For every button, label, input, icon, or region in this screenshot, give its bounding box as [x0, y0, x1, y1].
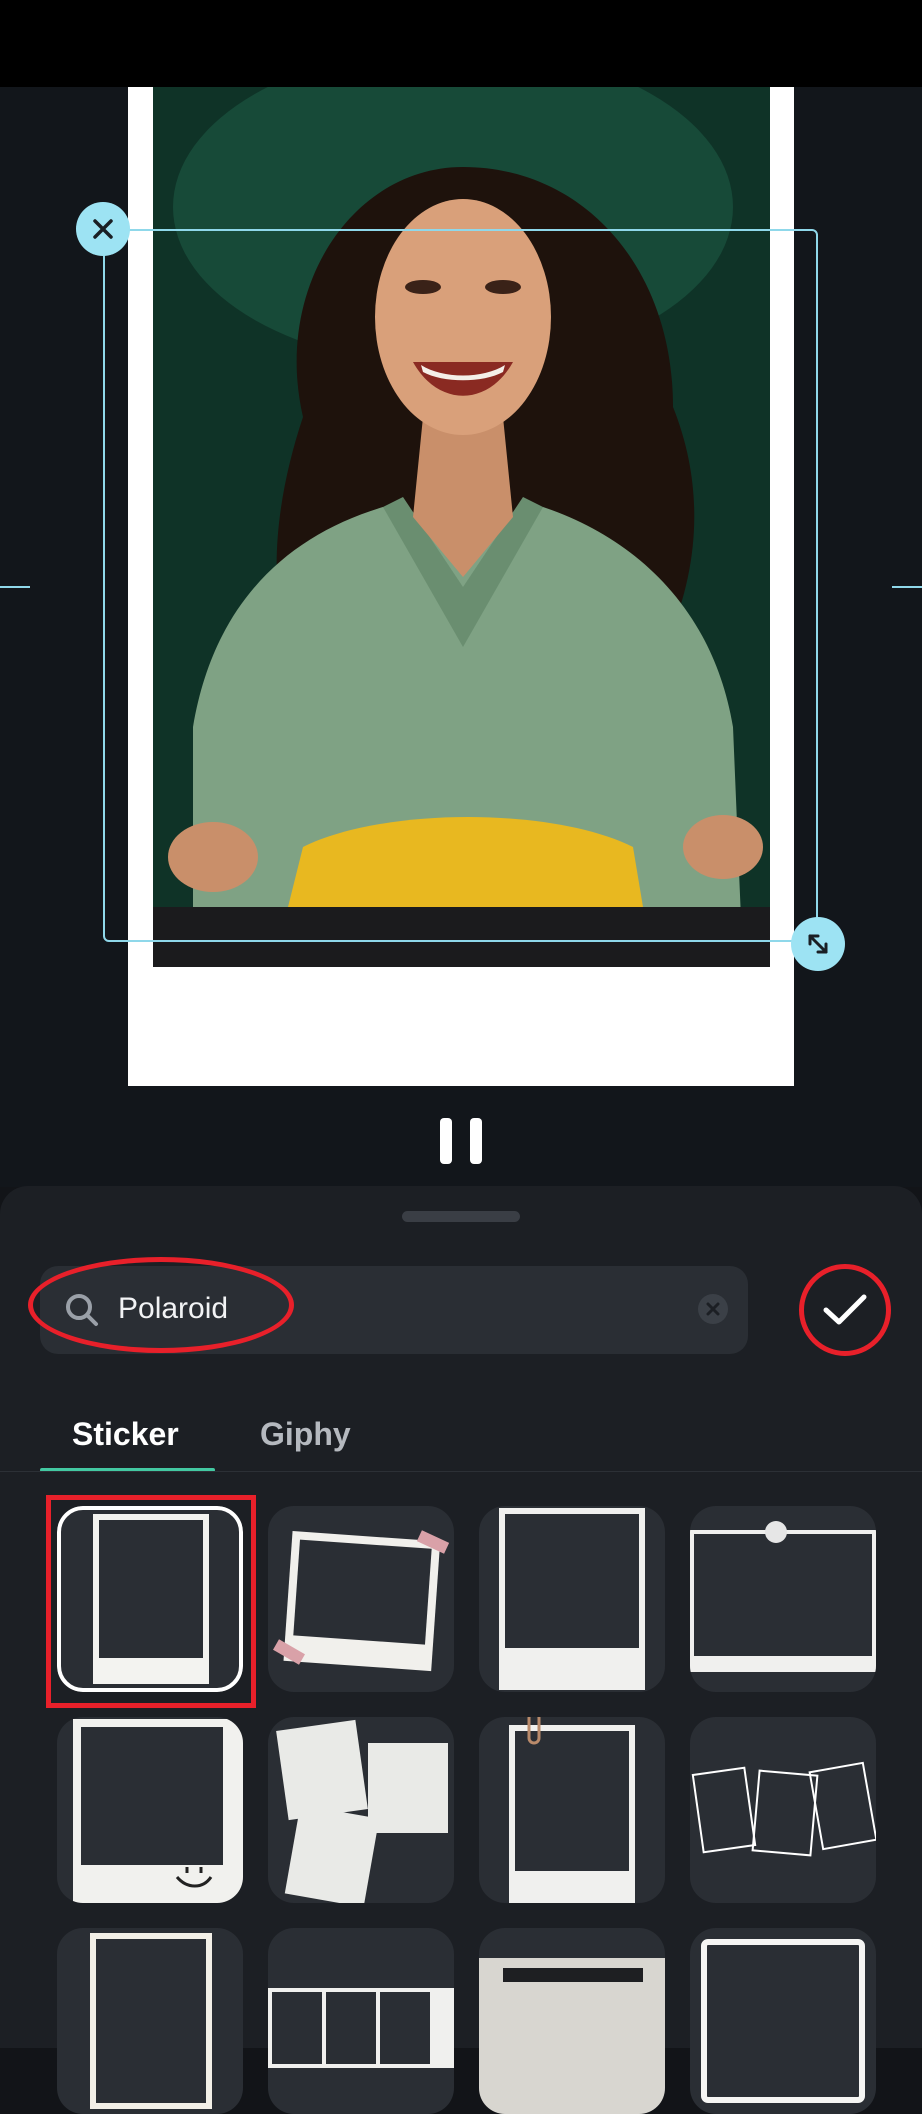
pause-button[interactable]: [440, 1118, 482, 1164]
resize-icon: [808, 934, 828, 954]
sticker-item-polaroid-square[interactable]: [479, 1506, 665, 1692]
tab-sticker[interactable]: Sticker: [72, 1412, 179, 1456]
sticker-item-polaroid-stack[interactable]: [268, 1717, 454, 1903]
center-guide-right: [892, 586, 922, 588]
sticker-item-polaroid-smiley[interactable]: [57, 1717, 243, 1903]
close-icon: [706, 1302, 720, 1316]
sticker-item-polaroid-taped[interactable]: [268, 1506, 454, 1692]
sticker-item-polaroid-pinned[interactable]: [690, 1506, 876, 1692]
annotation-highlight-first-sticker: [46, 1495, 256, 1708]
sticker-item-polaroid-film-strip[interactable]: [268, 1928, 454, 2114]
sticker-item-polaroid-torn-film[interactable]: [479, 1928, 665, 2114]
sticker-item-polaroid-clip[interactable]: [479, 1717, 665, 1903]
tab-giphy[interactable]: Giphy: [260, 1412, 351, 1456]
sticker-item-polaroid-marker-frame[interactable]: [690, 1928, 876, 2114]
close-icon: [93, 219, 113, 239]
tab-divider: [0, 1471, 922, 1472]
remove-sticker-button[interactable]: [76, 202, 130, 256]
sticker-selection-box[interactable]: [103, 229, 818, 942]
annotation-highlight-search: [28, 1257, 294, 1353]
confirm-button[interactable]: [799, 1264, 891, 1356]
clear-search-button[interactable]: [698, 1294, 728, 1324]
pause-icon-bar: [470, 1118, 482, 1164]
checkmark-icon: [823, 1294, 867, 1325]
panel-drag-handle[interactable]: [402, 1211, 520, 1222]
resize-rotate-handle[interactable]: [791, 917, 845, 971]
sticker-item-polaroid-rough-border[interactable]: [57, 1928, 243, 2114]
sticker-item-polaroid-trio[interactable]: [690, 1717, 876, 1903]
status-bar: [0, 0, 922, 87]
center-guide-left: [0, 586, 30, 588]
pause-icon-bar: [440, 1118, 452, 1164]
